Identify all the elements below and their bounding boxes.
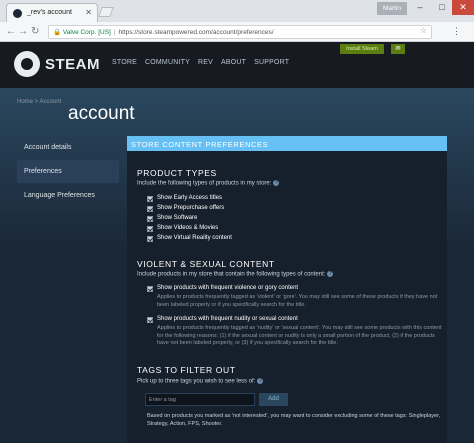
- tab-title: _rev's account: [27, 9, 72, 16]
- nav-support[interactable]: SUPPORT: [254, 59, 289, 66]
- panel-header: STORE CONTENT PREFERENCES: [127, 136, 447, 151]
- forward-arrow-icon[interactable]: →: [18, 26, 28, 37]
- sidebar-item-language-preferences[interactable]: Language Preferences: [17, 184, 119, 207]
- sidebar-item-account-details[interactable]: Account details: [17, 136, 119, 159]
- nav-rev[interactable]: REV: [198, 59, 213, 66]
- violence-gore-note: Applies to products frequently tagged as…: [157, 294, 438, 308]
- nav-store[interactable]: STORE: [112, 59, 137, 66]
- account-sidebar: Account details Preferences Language Pre…: [17, 136, 119, 208]
- nav-about[interactable]: ABOUT: [221, 59, 246, 66]
- browser-menu-icon[interactable]: ⋮: [452, 26, 461, 37]
- address-bar[interactable]: 🔒 Valve Corp. [US] | https://store.steampo…: [48, 25, 432, 39]
- main-nav: STORE COMMUNITY REV ABOUT SUPPORT: [112, 59, 289, 66]
- page-title: account: [68, 103, 135, 124]
- help-icon[interactable]: ?: [273, 180, 280, 186]
- checkbox[interactable]: [147, 206, 153, 212]
- bookmark-star-icon[interactable]: ☆: [420, 26, 427, 35]
- help-icon[interactable]: ?: [257, 378, 264, 384]
- violent-sexual-title: VIOLENT & SEXUAL CONTENT: [137, 259, 275, 269]
- tags-filter-title: TAGS TO FILTER OUT: [137, 365, 236, 375]
- checkbox[interactable]: [147, 196, 153, 202]
- lock-icon: 🔒: [53, 29, 62, 36]
- help-icon[interactable]: ?: [327, 271, 334, 277]
- site-identity: Valve Corp. [US]: [62, 29, 111, 36]
- checkbox[interactable]: [147, 226, 153, 232]
- close-window-button[interactable]: ✕: [452, 0, 474, 15]
- steam-header: STEAM STORE COMMUNITY REV ABOUT SUPPORT …: [0, 42, 474, 88]
- minimize-button[interactable]: –: [409, 0, 431, 15]
- checkbox[interactable]: [147, 236, 153, 242]
- product-types-desc: Include the following types of products …: [137, 180, 280, 187]
- product-types-title: PRODUCT TYPES: [137, 168, 217, 178]
- steam-wordmark[interactable]: STEAM: [45, 56, 100, 73]
- url-text: https://store.steampowered.com/account/p…: [118, 29, 274, 36]
- checkbox[interactable]: [147, 216, 153, 222]
- sidebar-item-preferences[interactable]: Preferences: [17, 160, 119, 183]
- tag-input[interactable]: Enter a tag: [145, 393, 255, 406]
- nav-community[interactable]: COMMUNITY: [145, 59, 190, 66]
- checkbox[interactable]: [147, 286, 153, 292]
- maximize-button[interactable]: □: [431, 0, 453, 15]
- browser-tab[interactable]: _rev's account ✕: [6, 3, 98, 22]
- reload-icon[interactable]: ↻: [31, 26, 39, 37]
- steam-logo-icon[interactable]: [14, 51, 40, 77]
- add-tag-button[interactable]: Add: [259, 393, 288, 406]
- steam-favicon-icon: [13, 9, 22, 18]
- new-tab-button[interactable]: [98, 7, 114, 17]
- browser-titlebar: _rev's account ✕ Martin – □ ✕: [0, 0, 474, 22]
- tag-suggestion-note: Based on products you marked as 'not int…: [147, 413, 441, 427]
- nudity-sexual-note: Applies to products frequently tagged as…: [157, 325, 442, 346]
- install-steam-button[interactable]: Install Steam: [340, 44, 384, 54]
- back-arrow-icon[interactable]: ←: [6, 26, 16, 37]
- browser-toolbar: ← → ↻ 🔒 Valve Corp. [US] | https://store.s…: [0, 22, 474, 42]
- tags-filter-desc: Pick up to three tags you wish to see le…: [137, 378, 264, 385]
- envelope-icon[interactable]: ✉: [391, 44, 405, 54]
- breadcrumb[interactable]: Home > Account: [17, 99, 61, 105]
- profile-chip[interactable]: Martin: [377, 2, 407, 15]
- tab-close-icon[interactable]: ✕: [85, 8, 92, 17]
- violent-sexual-desc: Include products in my store that contai…: [137, 271, 334, 278]
- checkbox[interactable]: [147, 317, 153, 323]
